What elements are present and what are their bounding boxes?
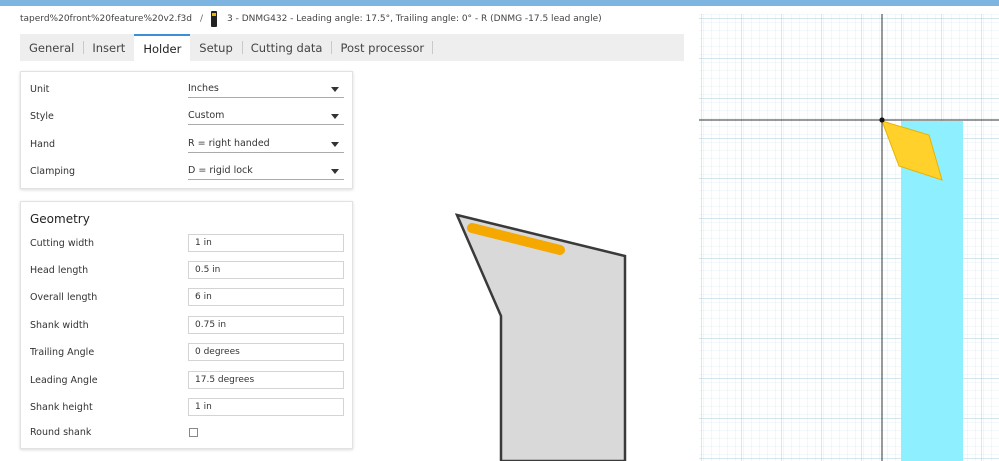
tab-holder-label: Holder [143,41,182,56]
shank-width-field[interactable]: 0.75 in [188,316,344,334]
trailing-angle-field[interactable]: 0 degrees [188,343,344,361]
style-value: Custom [188,110,225,121]
origin-marker [879,117,885,123]
holder-body-shape [454,213,627,461]
tab-holder[interactable]: Holder [134,34,191,61]
style-select[interactable]: Custom [188,107,344,125]
tab-post-processor[interactable]: Post processor [331,34,433,61]
tab-setup[interactable]: Setup [190,34,241,61]
trailing-angle-label: Trailing Angle [30,347,95,358]
tab-general-label: General [29,40,75,55]
unit-label: Unit [30,84,50,95]
tab-insert[interactable]: Insert [83,34,134,61]
leading-angle-field[interactable]: 17.5 degrees [188,371,344,389]
chevron-down-icon [331,114,339,119]
breadcrumb: taperd%20front%20feature%20v2.f3d / 3 - … [0,6,690,32]
tab-bar: General Insert Holder Setup Cutting data… [20,34,684,61]
geometry-card: Geometry Cutting width 1 in Head length … [20,201,353,449]
chevron-down-icon [331,142,339,147]
tab-cutting-data-label: Cutting data [250,40,323,55]
head-length-label: Head length [30,265,89,276]
tool-icon [211,11,218,27]
breadcrumb-file[interactable]: taperd%20front%20feature%20v2.f3d [20,14,192,24]
cutting-width-label: Cutting width [30,238,94,249]
shank-width-label: Shank width [30,320,89,331]
hand-select[interactable]: R = right handed [188,135,344,153]
round-shank-checkbox[interactable] [189,428,198,437]
shank-height-label: Shank height [30,402,93,413]
hand-label: Hand [30,139,56,150]
round-shank-label: Round shank [30,427,92,438]
overall-length-label: Overall length [30,292,98,303]
unit-select[interactable]: Inches [188,80,344,98]
unit-value: Inches [188,83,219,94]
chevron-down-icon [331,169,339,174]
holder-properties-card: Unit Inches Style Custom Hand R = right … [20,71,353,189]
head-length-field[interactable]: 0.5 in [188,261,344,279]
breadcrumb-separator: / [199,14,204,24]
tab-setup-label: Setup [199,40,233,55]
grid-viewport[interactable] [699,14,999,461]
holder-preview [454,213,627,461]
shank-height-field[interactable]: 1 in [188,398,344,416]
clamping-value: D = rigid lock [188,165,253,176]
tab-insert-label: Insert [92,40,126,55]
overall-length-field[interactable]: 6 in [188,288,344,306]
leading-angle-label: Leading Angle [30,375,98,386]
hand-value: R = right handed [188,138,270,149]
clamping-select[interactable]: D = rigid lock [188,162,344,180]
chevron-down-icon [331,87,339,92]
cutting-width-field[interactable]: 1 in [188,234,344,252]
breadcrumb-tool: 3 - DNMG432 - Leading angle: 17.5°, Trai… [227,14,602,24]
tab-post-processor-label: Post processor [340,40,425,55]
tab-cutting-data[interactable]: Cutting data [241,34,332,61]
tab-general[interactable]: General [20,34,83,61]
geometry-title: Geometry [30,212,90,226]
clamping-label: Clamping [30,166,76,177]
style-label: Style [30,111,54,122]
